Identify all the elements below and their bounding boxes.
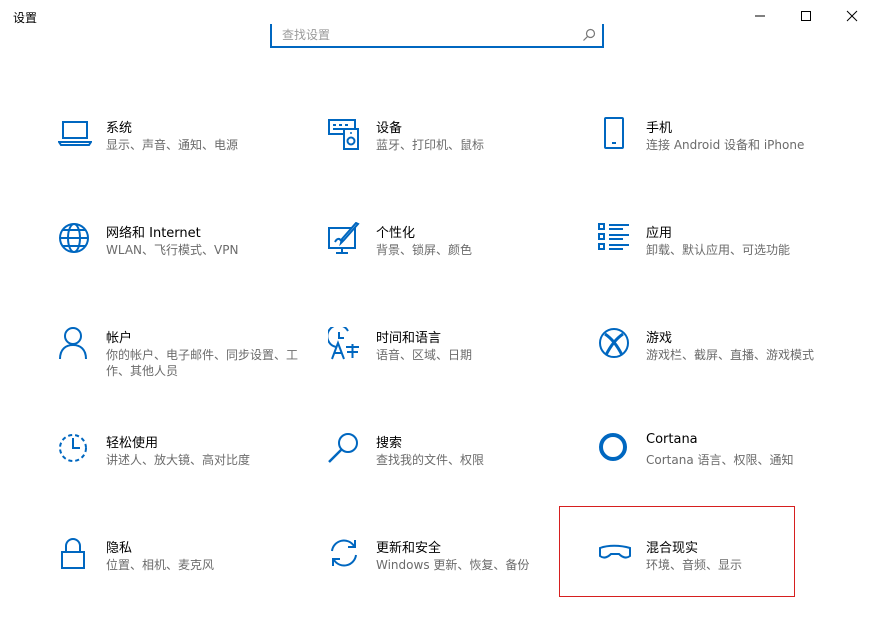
tile-time-language[interactable]: 时间和语言 语音、区域、日期 (328, 327, 588, 407)
sync-icon (328, 537, 362, 571)
tile-apps[interactable]: 应用 卸载、默认应用、可选功能 (598, 222, 858, 302)
tile-update-security[interactable]: 更新和安全 Windows 更新、恢复、备份 (328, 537, 588, 617)
tile-title: 时间和语言 (376, 331, 442, 346)
highlight-box (559, 506, 795, 597)
devices-icon (328, 117, 362, 151)
tile-accounts[interactable]: 帐户 你的帐户、电子邮件、同步设置、工作、其他人员 (58, 327, 318, 407)
tile-title: Cortana (646, 432, 698, 447)
person-icon (58, 327, 92, 361)
tile-phone[interactable]: 手机 连接 Android 设备和 iPhone (598, 117, 858, 197)
tile-title: 个性化 (376, 226, 416, 241)
tile-title: 更新和安全 (376, 541, 442, 556)
tile-personalization[interactable]: 个性化 背景、锁屏、颜色 (328, 222, 588, 302)
minimize-icon (755, 15, 765, 17)
ease-of-access-icon (58, 432, 92, 466)
tile-description: 连接 Android 设备和 iPhone (646, 138, 805, 152)
search-input[interactable] (282, 26, 572, 44)
tile-title: 搜索 (376, 436, 403, 451)
tile-title: 应用 (646, 226, 673, 241)
tile-description: 游戏栏、截屏、直播、游戏模式 (646, 348, 815, 362)
phone-icon (598, 117, 632, 151)
search-icon (328, 432, 362, 466)
tile-description: 讲述人、放大镜、高对比度 (106, 453, 251, 467)
window-title: 设置 (13, 11, 38, 25)
tile-search[interactable]: 搜索 查找我的文件、权限 (328, 432, 588, 512)
cortana-icon (598, 432, 632, 466)
tile-description: WLAN、飞行模式、VPN (106, 243, 239, 257)
tile-description: 位置、相机、麦克风 (106, 558, 215, 572)
tile-devices[interactable]: 设备 蓝牙、打印机、鼠标 (328, 117, 588, 197)
tile-title: 轻松使用 (106, 436, 159, 451)
tile-description: Cortana 语言、权限、通知 (646, 453, 794, 467)
close-button[interactable] (829, 0, 875, 32)
tile-ease-of-access[interactable]: 轻松使用 讲述人、放大镜、高对比度 (58, 432, 318, 512)
tile-title: 网络和 Internet (106, 226, 201, 241)
maximize-button[interactable] (783, 0, 829, 32)
tile-system[interactable]: 系统 显示、声音、通知、电源 (58, 117, 318, 197)
lock-icon (58, 537, 92, 571)
tile-description: 你的帐户、电子邮件、同步设置、工作、其他人员 (106, 348, 299, 378)
search-box[interactable] (270, 24, 604, 48)
tile-description: 卸载、默认应用、可选功能 (646, 243, 791, 257)
minimize-button[interactable] (737, 0, 783, 32)
tile-description: 语音、区域、日期 (376, 348, 473, 362)
tile-description: 背景、锁屏、颜色 (376, 243, 473, 257)
tile-description: 蓝牙、打印机、鼠标 (376, 138, 485, 152)
tile-description: Windows 更新、恢复、备份 (376, 558, 530, 572)
time-language-icon (328, 327, 362, 361)
tile-description: 查找我的文件、权限 (376, 453, 485, 467)
tile-description: 显示、声音、通知、电源 (106, 138, 239, 152)
tile-gaming[interactable]: 游戏 游戏栏、截屏、直播、游戏模式 (598, 327, 858, 407)
tile-cortana[interactable]: Cortana Cortana 语言、权限、通知 (598, 432, 858, 512)
globe-icon (58, 222, 92, 256)
tile-network[interactable]: 网络和 Internet WLAN、飞行模式、VPN (58, 222, 318, 302)
close-icon (846, 10, 858, 22)
tile-title: 手机 (646, 121, 673, 136)
tile-privacy[interactable]: 隐私 位置、相机、麦克风 (58, 537, 318, 617)
maximize-icon (801, 11, 811, 21)
tile-title: 设备 (376, 121, 403, 136)
tile-title: 帐户 (106, 331, 133, 346)
tile-title: 隐私 (106, 541, 133, 556)
apps-list-icon (598, 222, 632, 256)
search-icon[interactable] (582, 28, 596, 42)
tile-title: 游戏 (646, 331, 673, 346)
laptop-icon (58, 117, 92, 151)
tile-title: 系统 (106, 121, 133, 136)
xbox-icon (598, 327, 632, 361)
personalization-icon (328, 222, 362, 256)
